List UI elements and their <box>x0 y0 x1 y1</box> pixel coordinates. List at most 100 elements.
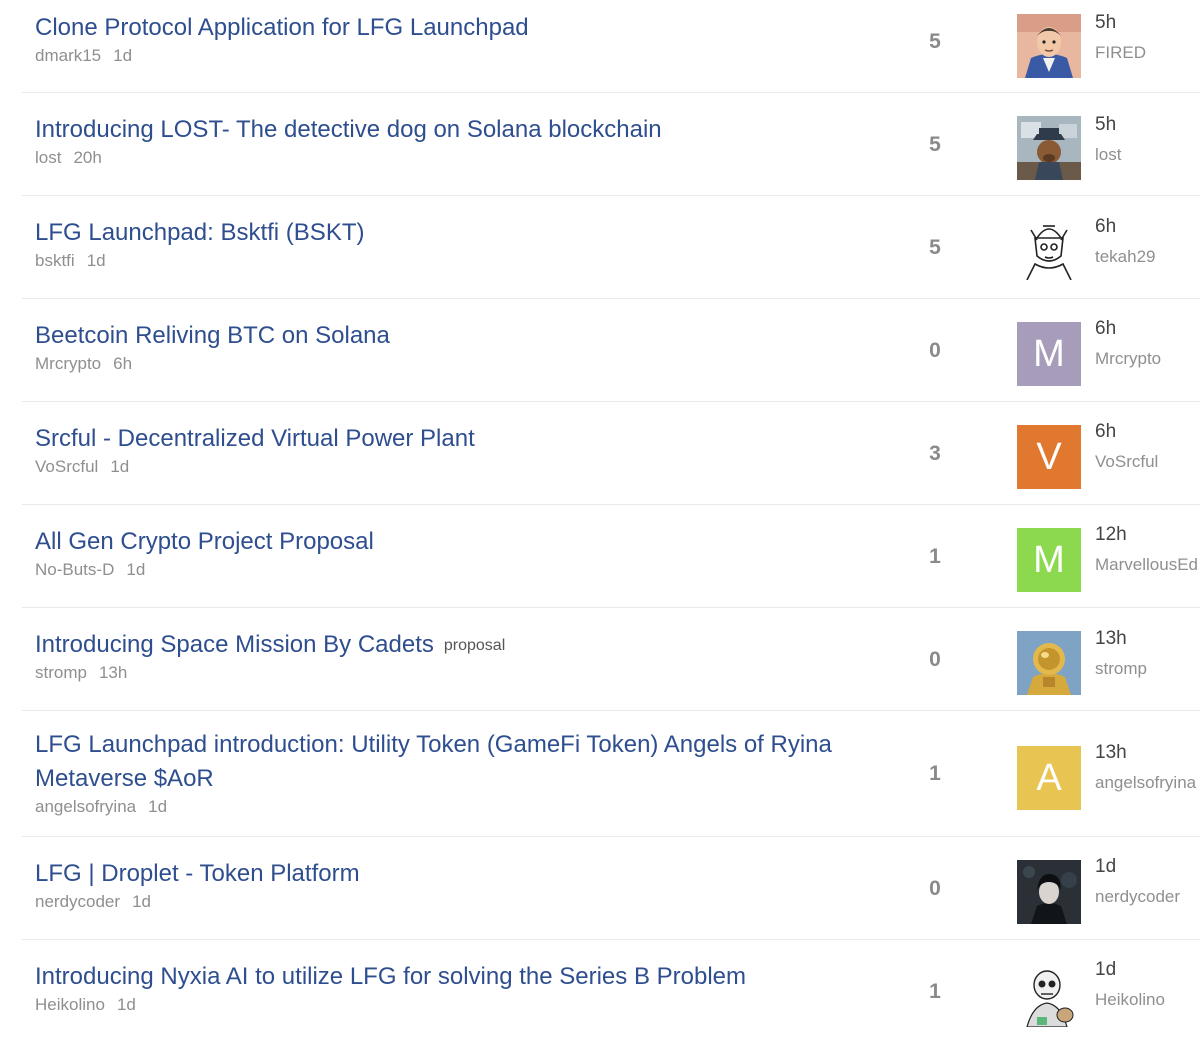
last-activity-age[interactable]: 12h <box>1095 524 1200 546</box>
topic-row: LFG | Droplet - Token Platform nerdycode… <box>22 837 1200 940</box>
avatar-letter: V <box>1017 425 1081 489</box>
topic-age: 1d <box>132 892 151 911</box>
topic-age: 1d <box>148 797 168 816</box>
last-activity-age[interactable]: 5h <box>1095 12 1200 34</box>
topic-main: Introducing LOST- The detective dog on S… <box>35 113 905 169</box>
topic-title-link[interactable]: LFG Launchpad: Bsktfi (BSKT) <box>35 219 364 246</box>
last-poster[interactable]: lost <box>1095 144 1200 166</box>
last-activity: 6h tekah29 <box>1095 216 1200 268</box>
last-poster[interactable]: stromp <box>1095 658 1200 680</box>
reply-count: 0 <box>929 877 941 900</box>
topic-author[interactable]: No-Buts-D <box>35 560 114 579</box>
topic-row: Introducing LOST- The detective dog on S… <box>22 93 1200 196</box>
topic-title-link[interactable]: Clone Protocol Application for LFG Launc… <box>35 14 529 41</box>
topic-age: 20h <box>73 148 102 167</box>
last-poster[interactable]: Heikolino <box>1095 989 1200 1011</box>
last-poster[interactable]: tekah29 <box>1095 246 1200 268</box>
topic-title-link[interactable]: LFG Launchpad introduction: Utility Toke… <box>35 731 832 792</box>
golden-astronaut-icon[interactable] <box>1017 631 1081 695</box>
topic-age: 1d <box>116 995 136 1014</box>
letter-avatar[interactable]: M <box>1017 528 1081 592</box>
topic-main: LFG Launchpad introduction: Utility Toke… <box>35 728 865 818</box>
last-activity-age[interactable]: 6h <box>1095 318 1200 340</box>
reply-count: 0 <box>929 339 941 362</box>
last-poster[interactable]: FIRED <box>1095 42 1200 64</box>
topic-row: Introducing Space Mission By Cadets propo… <box>22 608 1200 711</box>
last-poster[interactable]: nerdycoder <box>1095 886 1200 908</box>
topic-author[interactable]: dmark15 <box>35 46 101 65</box>
last-activity-age[interactable]: 13h <box>1095 742 1200 764</box>
topic-main: Beetcoin Reliving BTC on Solana Mrcrypto… <box>35 319 905 375</box>
topic-author[interactable]: angelsofryina <box>35 797 136 816</box>
topic-age: 1d <box>110 457 130 476</box>
reply-count: 5 <box>929 30 941 53</box>
topic-age: 1d <box>126 560 146 579</box>
topic-title-link[interactable]: LFG | Droplet - Token Platform <box>35 860 360 887</box>
dark-anime-character-icon[interactable] <box>1017 860 1081 924</box>
last-activity-age[interactable]: 6h <box>1095 421 1200 443</box>
topic-title-link[interactable]: Introducing Nyxia AI to utilize LFG for … <box>35 963 746 990</box>
topic-author[interactable]: Heikolino <box>35 995 105 1014</box>
avatar-letter: A <box>1017 746 1081 810</box>
reply-count: 1 <box>929 980 941 1003</box>
last-activity: 6h VoSrcful <box>1095 421 1200 473</box>
topic-author[interactable]: nerdycoder <box>35 892 120 911</box>
last-activity-age[interactable]: 1d <box>1095 856 1200 878</box>
topic-age: 6h <box>113 354 133 373</box>
reply-count: 5 <box>929 133 941 156</box>
last-poster[interactable]: MarvellousEd <box>1095 554 1200 576</box>
last-activity: 6h Mrcrypto <box>1095 318 1200 370</box>
sketch-character-icon[interactable] <box>1017 216 1081 280</box>
detective-dog-icon[interactable] <box>1017 116 1081 180</box>
topic-title-link[interactable]: Beetcoin Reliving BTC on Solana <box>35 322 390 349</box>
last-activity: 12h MarvellousEd <box>1095 524 1200 576</box>
last-poster[interactable]: VoSrcful <box>1095 451 1200 473</box>
topic-row: LFG Launchpad: Bsktfi (BSKT) bsktfi 1d 5 … <box>22 196 1200 299</box>
topic-row: Introducing Nyxia AI to utilize LFG for … <box>22 940 1200 1040</box>
last-activity: 5h lost <box>1095 114 1200 166</box>
topic-main: Clone Protocol Application for LFG Launc… <box>35 11 905 67</box>
topic-age: 1d <box>86 251 106 270</box>
last-activity: 5h FIRED <box>1095 12 1200 64</box>
last-activity-age[interactable]: 1d <box>1095 959 1200 981</box>
topic-main: Introducing Nyxia AI to utilize LFG for … <box>35 960 905 1016</box>
topic-row: LFG Launchpad introduction: Utility Toke… <box>22 711 1200 837</box>
topic-row: All Gen Crypto Project Proposal No-Buts-… <box>22 505 1200 608</box>
avatar-letter: M <box>1017 322 1081 386</box>
reply-count: 5 <box>929 236 941 259</box>
topic-author[interactable]: lost <box>35 148 61 167</box>
topic-title-link[interactable]: All Gen Crypto Project Proposal <box>35 528 374 555</box>
topic-age: 1d <box>113 46 133 65</box>
reply-count: 1 <box>929 545 941 568</box>
topic-main: Srcful - Decentralized Virtual Power Pla… <box>35 422 905 478</box>
topic-title-link[interactable]: Srcful - Decentralized Virtual Power Pla… <box>35 425 475 452</box>
topic-tag[interactable]: proposal <box>444 637 505 655</box>
reply-count: 0 <box>929 648 941 671</box>
topic-author[interactable]: VoSrcful <box>35 457 98 476</box>
topic-author[interactable]: bsktfi <box>35 251 75 270</box>
last-activity-age[interactable]: 5h <box>1095 114 1200 136</box>
letter-avatar[interactable]: M <box>1017 322 1081 386</box>
skeleton-cartoon-icon[interactable] <box>1017 963 1081 1027</box>
topic-title-link[interactable]: Introducing Space Mission By Cadets <box>35 631 434 658</box>
topic-main: LFG | Droplet - Token Platform nerdycode… <box>35 857 905 913</box>
reply-count: 3 <box>929 442 941 465</box>
avatar-letter: M <box>1017 528 1081 592</box>
letter-avatar[interactable]: V <box>1017 425 1081 489</box>
topic-list: Clone Protocol Application for LFG Launc… <box>22 0 1200 1040</box>
topic-author[interactable]: stromp <box>35 663 87 682</box>
portrait-illustration-icon[interactable] <box>1017 14 1081 78</box>
topic-age: 13h <box>98 663 128 682</box>
last-poster[interactable]: Mrcrypto <box>1095 348 1200 370</box>
reply-count: 1 <box>929 762 941 785</box>
topic-main: Introducing Space Mission By Cadets propo… <box>35 628 905 684</box>
topic-title-link[interactable]: Introducing LOST- The detective dog on S… <box>35 116 662 143</box>
last-activity-age[interactable]: 6h <box>1095 216 1200 238</box>
topic-main: LFG Launchpad: Bsktfi (BSKT) bsktfi 1d <box>35 216 905 272</box>
topic-row: Clone Protocol Application for LFG Launc… <box>22 0 1200 93</box>
topic-author[interactable]: Mrcrypto <box>35 354 101 373</box>
letter-avatar[interactable]: A <box>1017 746 1081 810</box>
last-activity-age[interactable]: 13h <box>1095 628 1200 650</box>
last-activity: 13h angelsofryina <box>1095 742 1200 794</box>
last-poster[interactable]: angelsofryina <box>1095 772 1200 794</box>
